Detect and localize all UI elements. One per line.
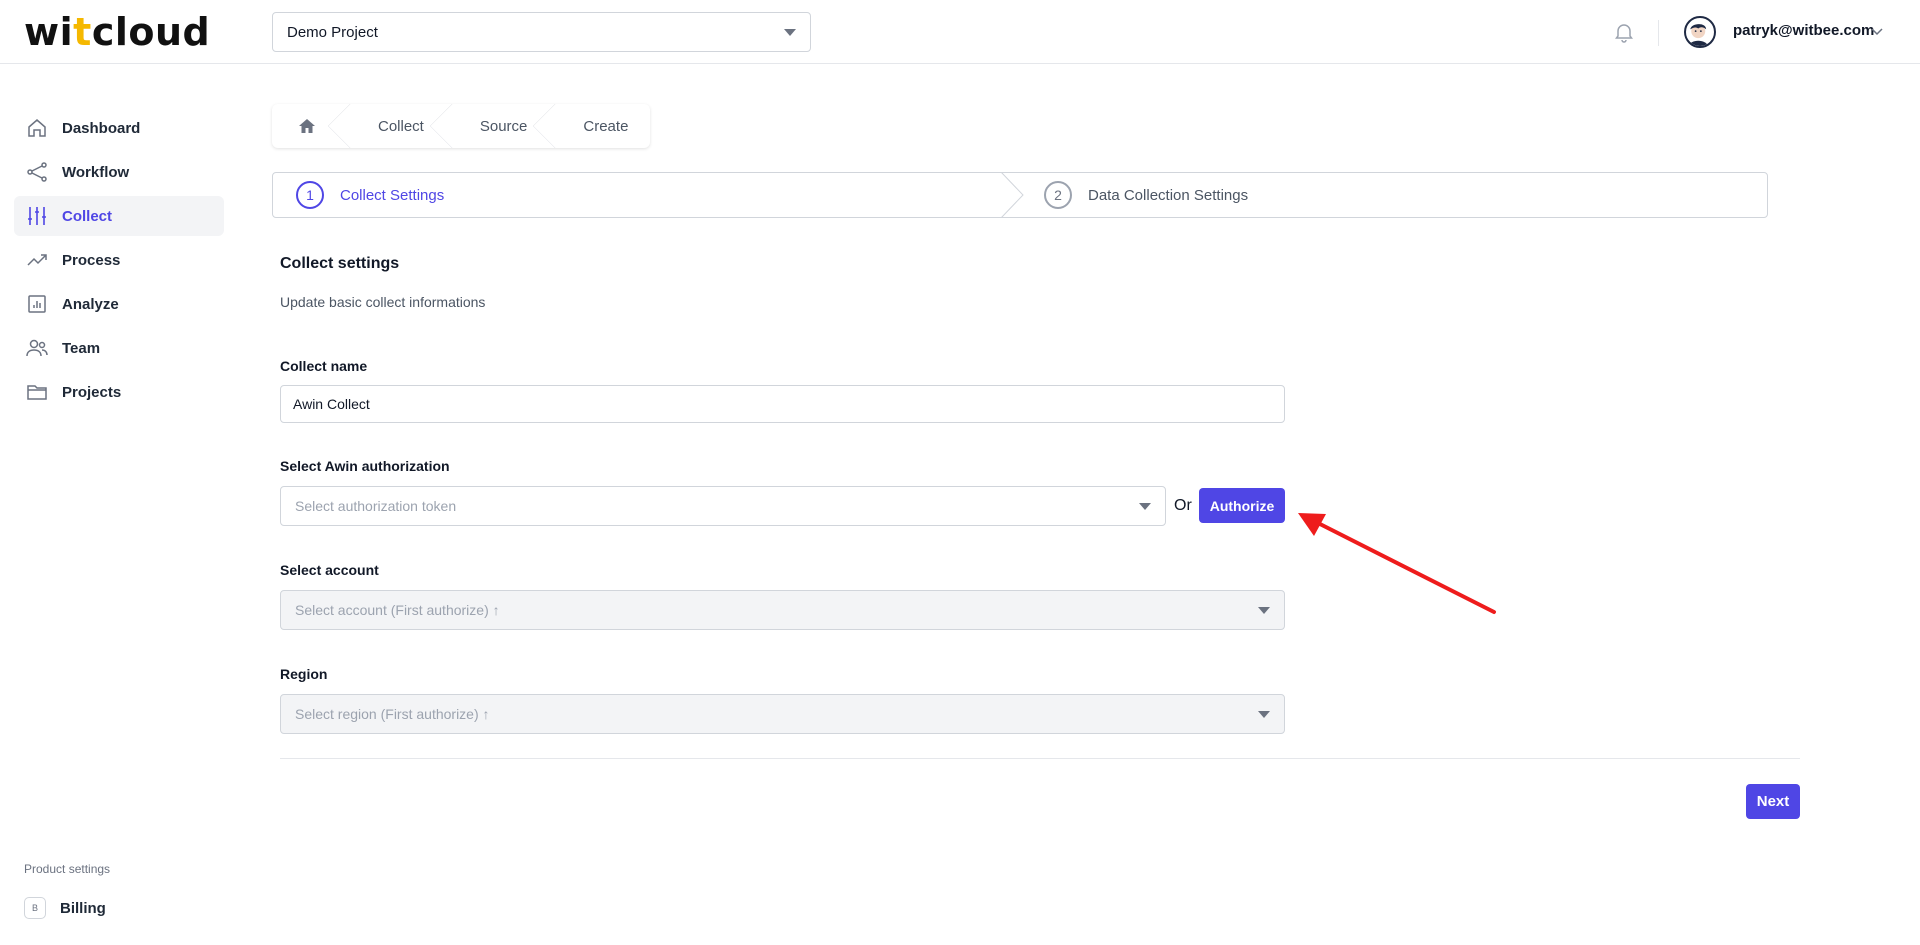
collect-name-input[interactable] xyxy=(280,385,1285,423)
step-label: Data Collection Settings xyxy=(1088,186,1249,204)
section-subtitle: Update basic collect informations xyxy=(280,294,486,310)
breadcrumb-source[interactable]: Source xyxy=(446,104,557,148)
step-separator-icon xyxy=(1001,172,1024,218)
section-title: Collect settings xyxy=(280,255,400,272)
sidebar-item-label: Workflow xyxy=(62,163,130,181)
authorization-token-placeholder: Select authorization token xyxy=(295,498,457,514)
share-nodes-icon xyxy=(27,162,47,182)
account-select[interactable]: Select account (First authorize) ↑ xyxy=(280,590,1285,630)
sidebar-item-label: Collect xyxy=(62,207,113,225)
sidebar-item-billing[interactable]: B Billing xyxy=(24,897,106,919)
sidebar-item-label: Team xyxy=(62,339,101,357)
sidebar-item-label: Projects xyxy=(62,383,122,401)
breadcrumb-create: Create xyxy=(583,117,629,135)
step-label: Collect Settings xyxy=(340,186,445,204)
breadcrumb-home[interactable] xyxy=(272,104,352,148)
step-number: 1 xyxy=(296,181,324,209)
sidebar-item-label: Dashboard xyxy=(62,119,141,137)
annotation-arrow-icon xyxy=(1298,513,1496,614)
top-header: witcloud Demo Project patryk@witbee.com xyxy=(0,0,1920,64)
authorization-token-select[interactable]: Select authorization token xyxy=(280,486,1166,526)
or-text: Or xyxy=(1174,497,1192,514)
product-settings-heading: Product settings xyxy=(24,862,111,876)
next-button[interactable]: Next xyxy=(1746,784,1800,819)
breadcrumb-collect[interactable]: Collect xyxy=(344,104,454,148)
step-data-collection-settings[interactable]: 2 Data Collection Settings xyxy=(1044,173,1248,217)
sliders-icon xyxy=(28,207,46,225)
home-icon xyxy=(28,119,46,137)
project-select-value: Demo Project xyxy=(287,23,378,41)
sidebar-item-process[interactable]: Process xyxy=(14,240,224,280)
region-label: Region xyxy=(280,666,328,682)
avatar[interactable] xyxy=(1684,16,1716,48)
sidebar-item-projects[interactable]: Projects xyxy=(14,372,224,412)
user-email[interactable]: patryk@witbee.com xyxy=(1733,22,1874,39)
breadcrumb: Collect Source Create xyxy=(272,104,651,148)
sidebar: Dashboard Workflow Collect Process Analy… xyxy=(0,64,240,945)
account-label: Select account xyxy=(280,562,379,578)
trend-up-icon xyxy=(27,254,47,266)
sidebar-item-analyze[interactable]: Analyze xyxy=(14,284,224,324)
caret-down-icon xyxy=(1139,503,1151,510)
users-icon xyxy=(26,339,48,357)
witcloud-logo[interactable]: witcloud xyxy=(24,10,210,54)
sidebar-item-workflow[interactable]: Workflow xyxy=(14,152,224,192)
authorize-button[interactable]: Authorize xyxy=(1199,488,1285,523)
auth-label: Select Awin authorization xyxy=(280,458,450,474)
sidebar-item-label: Analyze xyxy=(62,295,119,313)
account-placeholder: Select account (First authorize) ↑ xyxy=(295,602,500,618)
region-placeholder: Select region (First authorize) ↑ xyxy=(295,706,490,722)
region-select[interactable]: Select region (First authorize) ↑ xyxy=(280,694,1285,734)
sidebar-item-team[interactable]: Team xyxy=(14,328,224,368)
step-collect-settings[interactable]: 1 Collect Settings xyxy=(296,173,444,217)
stepper: 1 Collect Settings 2 Data Collection Set… xyxy=(272,172,1768,218)
caret-down-icon xyxy=(1258,711,1270,718)
collect-name-label: Collect name xyxy=(280,358,368,374)
sidebar-item-dashboard[interactable]: Dashboard xyxy=(14,108,224,148)
folder-icon xyxy=(27,385,47,400)
form-divider xyxy=(280,758,1800,759)
sidebar-item-label: Process xyxy=(62,251,121,269)
caret-down-icon xyxy=(784,29,796,36)
step-number: 2 xyxy=(1044,181,1072,209)
billing-badge: B xyxy=(24,897,46,919)
user-avatar-icon xyxy=(1688,24,1708,46)
bell-icon[interactable] xyxy=(1612,20,1636,44)
caret-down-icon xyxy=(1258,607,1270,614)
header-divider xyxy=(1658,20,1659,46)
bar-chart-icon xyxy=(28,295,46,313)
sidebar-item-label: Billing xyxy=(60,899,106,917)
project-select[interactable]: Demo Project xyxy=(272,12,811,52)
home-icon xyxy=(299,119,315,133)
chevron-down-icon[interactable] xyxy=(1870,24,1884,38)
sidebar-item-collect[interactable]: Collect xyxy=(14,196,224,236)
